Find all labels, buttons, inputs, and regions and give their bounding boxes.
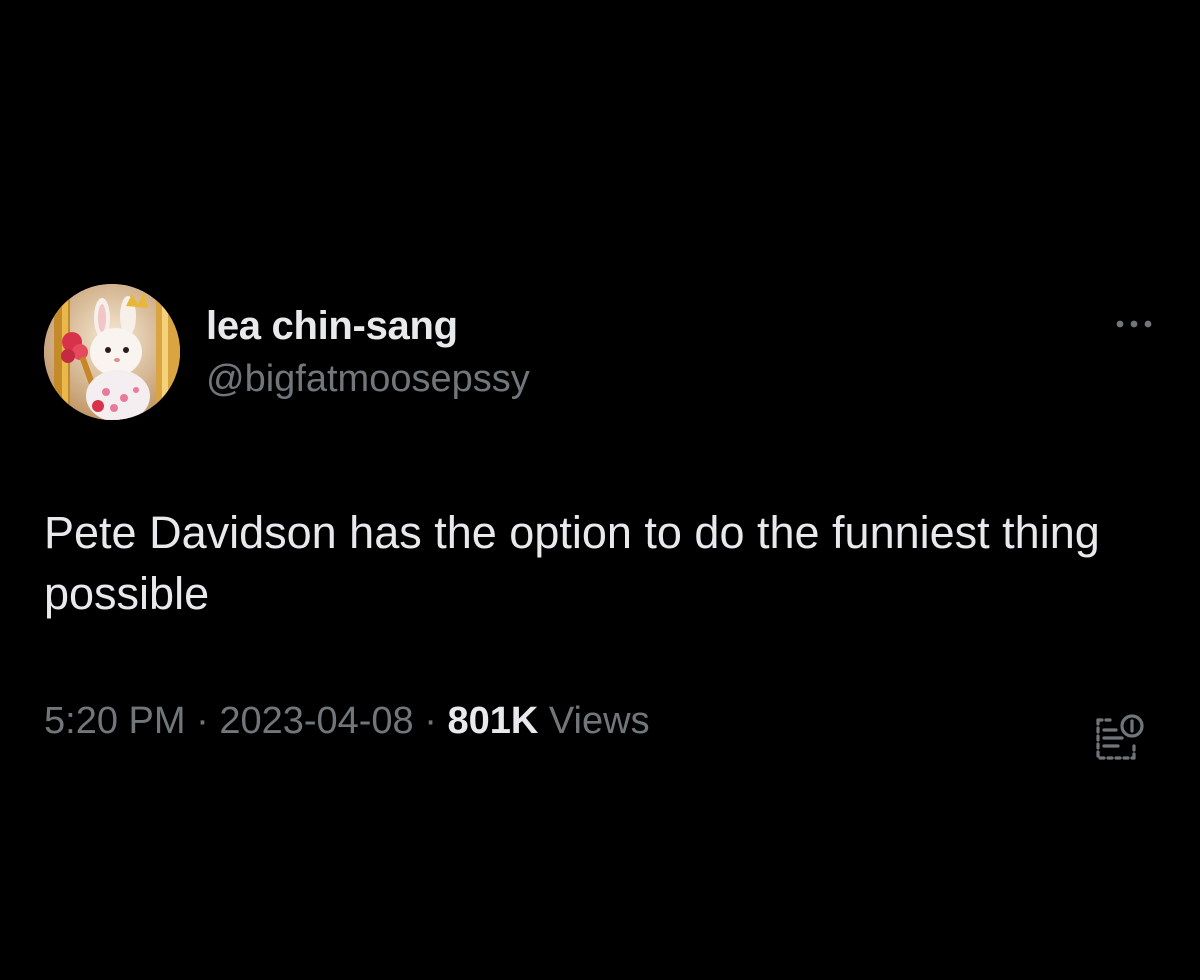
tweet-text: Pete Davidson has the option to do the f… xyxy=(44,507,1100,619)
avatar[interactable] xyxy=(44,284,180,420)
views-label: Views xyxy=(538,700,650,742)
tweet: lea chin-sang @bigfatmoosepssy Pete Davi… xyxy=(44,284,1164,760)
analytics-icon xyxy=(1096,714,1144,760)
analytics-button[interactable] xyxy=(1092,706,1148,766)
tweet-header: lea chin-sang @bigfatmoosepssy xyxy=(44,284,1164,424)
avatar-image xyxy=(44,284,180,420)
meta-separator: · xyxy=(185,700,220,742)
views-count: 801K xyxy=(447,700,539,742)
tweet-date[interactable]: 2023-04-08 xyxy=(219,700,413,742)
user-info: lea chin-sang @bigfatmoosepssy xyxy=(206,302,530,404)
user-handle[interactable]: @bigfatmoosepssy xyxy=(206,354,530,404)
tweet-meta: 5:20 PM · 2023-04-08 · 801K Views xyxy=(44,696,650,746)
tweet-time[interactable]: 5:20 PM xyxy=(44,700,186,742)
meta-separator: · xyxy=(413,700,448,742)
display-name[interactable]: lea chin-sang xyxy=(206,302,530,350)
more-horizontal-icon xyxy=(1116,320,1152,328)
more-options-button[interactable] xyxy=(1104,304,1164,344)
